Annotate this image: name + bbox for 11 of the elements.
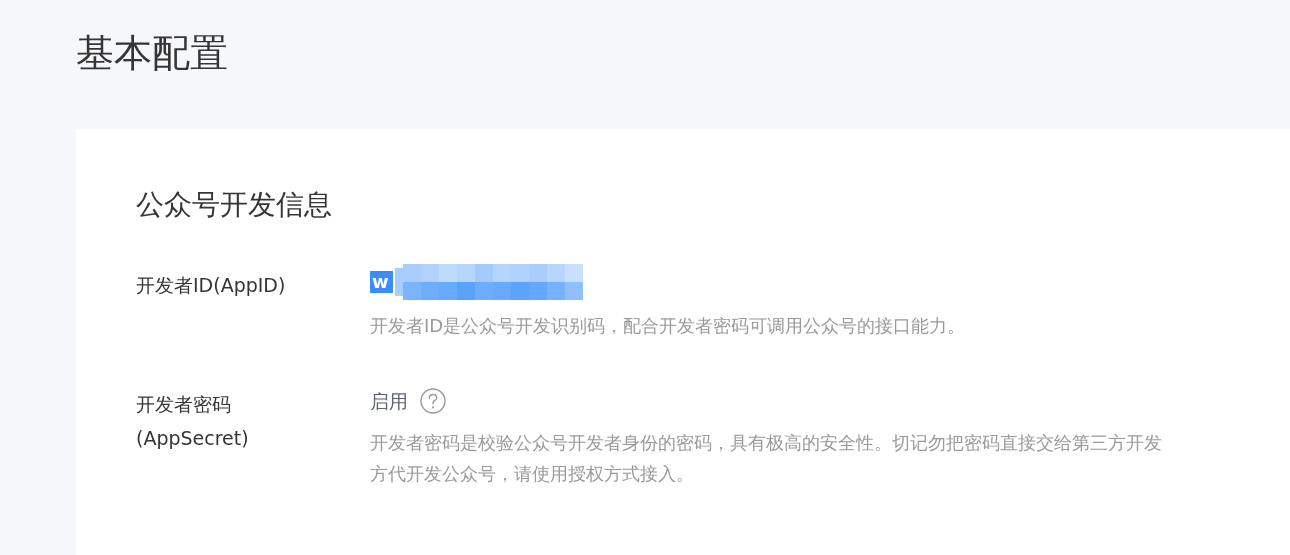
field-label: 开发者密码 (136, 392, 231, 417)
field-description: 方代开发公众号，请使用授权方式接入。 (370, 462, 694, 486)
section-title: 公众号开发信息 (136, 187, 332, 223)
page-title: 基本配置 (76, 30, 228, 76)
field-description: 开发者密码是校验公众号开发者身份的密码，具有极高的安全性。切记勿把密码直接交给第三方开发 (370, 431, 1162, 455)
field-description: 开发者ID是公众号开发识别码，配合开发者密码可调用公众号的接口能力。 (370, 314, 966, 338)
app-id-value: w (370, 271, 393, 293)
field-label: (AppSecret) (136, 426, 249, 451)
field-label: 开发者ID(AppID) (136, 273, 286, 298)
help-icon[interactable] (420, 388, 446, 414)
status-text: 启用 (370, 389, 408, 414)
